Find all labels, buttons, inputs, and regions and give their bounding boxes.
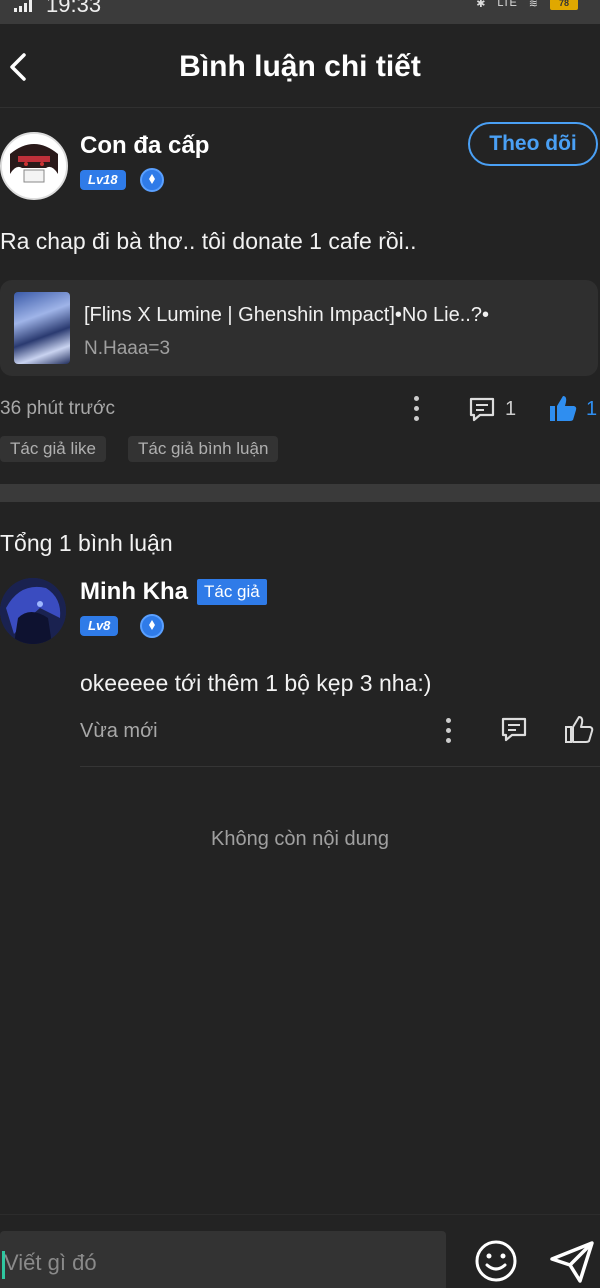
post-meta-row: 36 phút trước 1 1 (0, 392, 600, 426)
post-time: 36 phút trước (0, 398, 115, 419)
text-cursor (2, 1251, 5, 1279)
status-icons: ✱ LTE ≋ 78 (476, 0, 578, 10)
story-author: N.Haaa=3 (84, 338, 171, 359)
reply-separator (80, 766, 600, 767)
bluetooth-icon: ✱ (476, 0, 486, 10)
reply-more-options-icon[interactable] (446, 718, 452, 744)
reply-avatar-art-icon (0, 578, 66, 644)
reply-time: Vừa mới (80, 720, 158, 742)
comment-icon[interactable] (468, 396, 496, 422)
page-title: Bình luận chi tiết (179, 50, 421, 83)
wifi-icon: ≋ (528, 0, 538, 10)
comment-count: 1 (505, 398, 517, 420)
author-badge: Tác giả (197, 579, 267, 605)
follow-button[interactable]: Theo dõi (468, 122, 598, 166)
header: Bình luận chi tiết (0, 24, 600, 108)
story-title: [Flins X Lumine | Ghenshin Impact]•No Li… (84, 304, 489, 326)
reply-like-icon[interactable] (564, 714, 594, 744)
more-options-icon[interactable] (414, 396, 420, 422)
emoji-icon[interactable] (474, 1239, 518, 1283)
reply-author-avatar[interactable] (0, 578, 66, 644)
signal-icon (14, 0, 32, 12)
network-label: LTE (497, 0, 517, 9)
like-count: 1 (586, 398, 598, 420)
post-author-avatar[interactable] (0, 132, 68, 200)
vip-gem-icon (140, 168, 164, 192)
story-cover-image (14, 292, 70, 364)
reply-level-badge: Lv8 (80, 616, 119, 636)
tag-author-comment: Tác giả bình luận (128, 436, 279, 462)
status-time: 19:33 (46, 0, 102, 17)
reply-text: okeeeee tới thêm 1 bộ kẹp 3 nha:) (80, 670, 432, 696)
post-body: Ra chap đi bà thơ.. tôi donate 1 cafe rồ… (0, 228, 417, 254)
linked-story-card[interactable]: [Flins X Lumine | Ghenshin Impact]•No Li… (0, 280, 598, 376)
level-badge: Lv18 (80, 170, 126, 190)
post-author-name[interactable]: Con đa cấp (80, 132, 209, 160)
tag-author-like: Tác giả like (0, 436, 106, 462)
battery-icon: 78 (550, 0, 578, 10)
avatar-art-icon (2, 134, 66, 198)
section-divider (0, 484, 600, 502)
end-of-content-label: Không còn nội dung (211, 828, 389, 850)
comment-composer (0, 1214, 600, 1288)
like-filled-icon[interactable] (548, 394, 578, 422)
send-icon[interactable] (548, 1237, 596, 1285)
reply-author-name[interactable]: Minh Kha (80, 578, 188, 606)
status-bar: 19:33 ✱ LTE ≋ 78 (0, 0, 600, 24)
reply-vip-gem-icon (140, 614, 164, 638)
total-comments-label: Tổng 1 bình luận (0, 530, 173, 556)
reply-comment-icon[interactable] (500, 716, 528, 742)
comment-input[interactable] (0, 1231, 446, 1288)
